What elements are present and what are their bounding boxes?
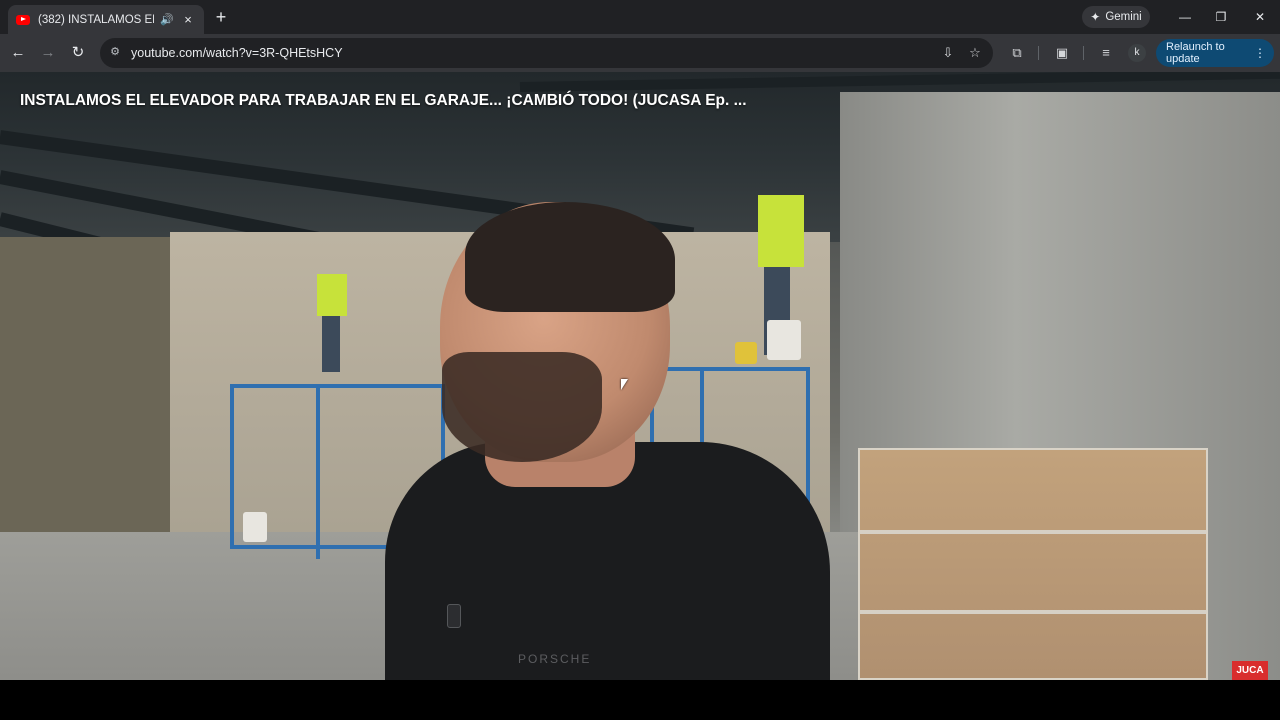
reload-button[interactable]: ↻ [67,42,89,64]
tab-title: (382) INSTALAMOS EL ELEVADOR PARA TRABAJ… [38,13,154,26]
address-bar[interactable]: ⚙ youtube.com/watch?v=3R-QHEtsHCY ⇩ ☆ [100,38,993,68]
active-tab[interactable]: (382) INSTALAMOS EL ELEVADOR PARA TRABAJ… [8,5,204,34]
worker-left [312,262,362,382]
back-button[interactable]: ← [7,42,29,64]
profile-avatar[interactable]: k [1128,44,1146,62]
stacked-boxes [858,448,1208,680]
audio-icon[interactable]: 🔊 [160,13,174,26]
beard [442,352,602,462]
relaunch-button[interactable]: Relaunch to update ⋮ [1156,39,1274,67]
menu-icon[interactable]: ⋮ [1254,46,1266,60]
bottom-black-bar [0,680,1280,720]
close-window-button[interactable]: ✕ [1248,7,1272,27]
scaffold-post [316,384,320,559]
left-wall [0,237,170,537]
video-player[interactable]: PORSCHE INSTALAMOS EL ELEVADOR PARA TRAB… [0,72,1280,680]
minimize-button[interactable]: — [1173,7,1197,27]
video-title[interactable]: INSTALAMOS EL ELEVADOR PARA TRABAJAR EN … [20,92,747,110]
close-tab-button[interactable]: × [180,12,196,27]
tab-strip: (382) INSTALAMOS EL ELEVADOR PARA TRABAJ… [0,0,1280,34]
gemini-button[interactable]: ✦ Gemini [1082,6,1150,28]
toolbar-divider [1083,46,1084,60]
install-icon[interactable]: ⇩ [940,45,956,61]
relaunch-label: Relaunch to update [1166,41,1225,65]
tune-icon[interactable]: ⚙ [108,45,122,59]
hair [465,202,675,312]
playlist-icon[interactable]: ≡ [1097,44,1115,62]
lapel-microphone [447,604,461,628]
gemini-label: Gemini [1105,11,1142,23]
star-icon[interactable]: ☆ [967,45,983,61]
channel-badge[interactable]: JUCA [1232,661,1268,680]
presenter: PORSCHE [380,202,840,680]
shirt-logo: PORSCHE [518,652,592,666]
toolbar-divider [1038,46,1039,60]
mouse-cursor-icon [621,379,628,390]
new-tab-button[interactable]: + [210,7,232,29]
sparkle-icon: ✦ [1090,10,1101,24]
media-icon[interactable]: ▣ [1053,44,1071,62]
paint-bucket [243,512,267,542]
forward-button[interactable]: → [37,42,59,64]
browser-toolbar: ← → ↻ ⚙ youtube.com/watch?v=3R-QHEtsHCY … [0,34,1280,72]
url-text[interactable]: youtube.com/watch?v=3R-QHEtsHCY [131,46,343,60]
youtube-icon [16,14,30,25]
maximize-button[interactable]: ❐ [1209,7,1233,27]
puzzle-icon[interactable]: ⧉ [1008,44,1026,62]
